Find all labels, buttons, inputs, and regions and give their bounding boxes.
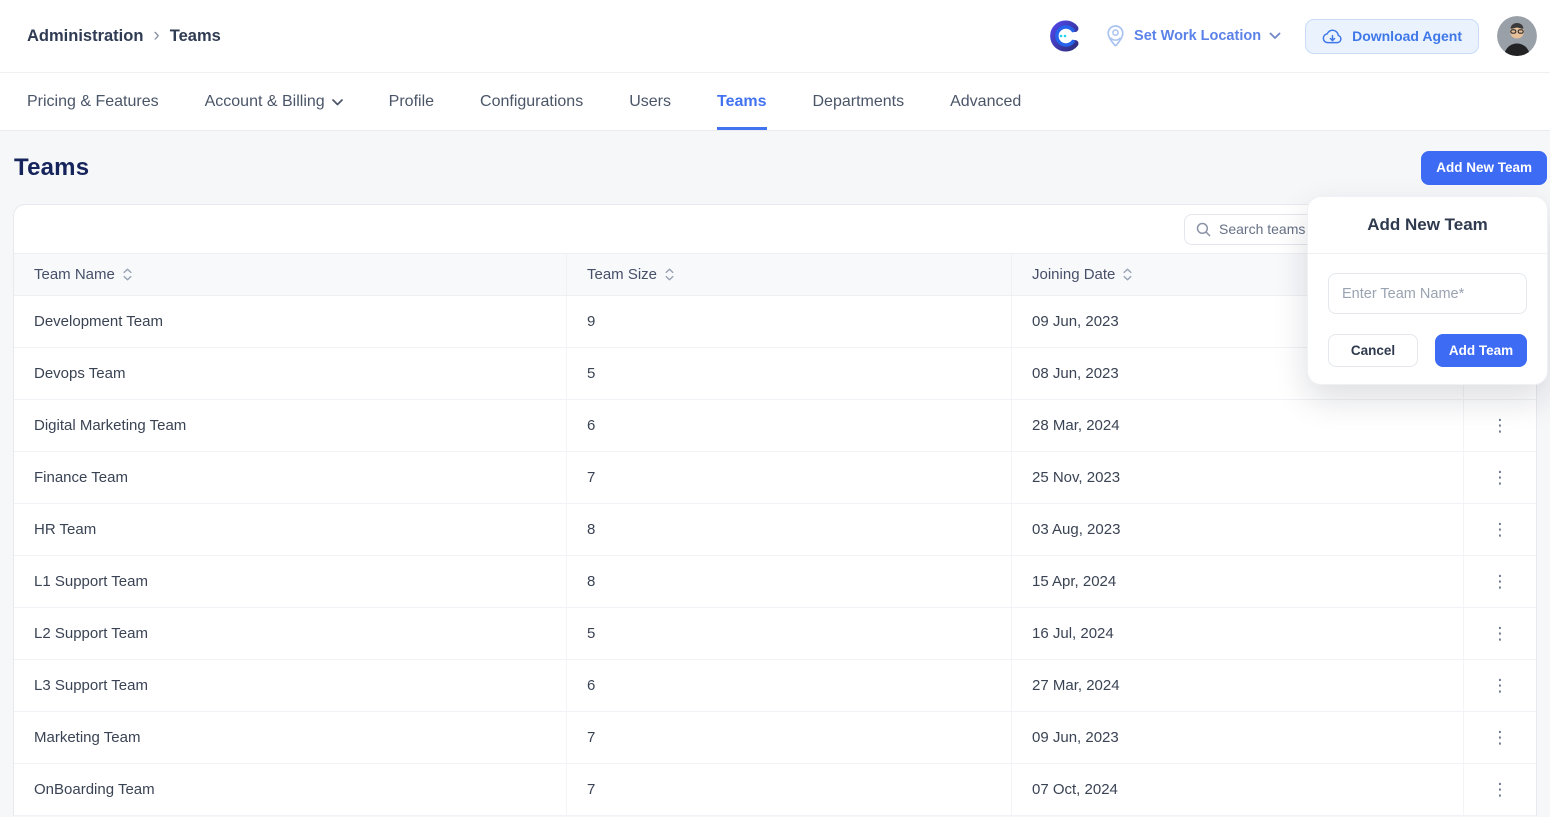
- team-name-cell: Finance Team: [14, 452, 566, 503]
- table-row: L3 Support Team 6 27 Mar, 2024 ⋮: [14, 660, 1536, 712]
- c-logo: [1049, 20, 1081, 52]
- row-actions-cell: ⋮: [1463, 556, 1536, 607]
- add-new-team-popover: Add New Team Cancel Add Team: [1307, 196, 1548, 385]
- chevron-down-icon: [1269, 32, 1281, 40]
- table-row: Digital Marketing Team 6 28 Mar, 2024 ⋮: [14, 400, 1536, 452]
- team-size-cell: 5: [566, 608, 1011, 659]
- column-header-team-size[interactable]: Team Size: [566, 254, 1011, 295]
- set-work-location[interactable]: Set Work Location: [1105, 24, 1281, 48]
- row-actions-cell: ⋮: [1463, 764, 1536, 815]
- team-name-input[interactable]: [1328, 273, 1527, 314]
- avatar[interactable]: [1497, 16, 1537, 56]
- tab-advanced[interactable]: Advanced: [950, 73, 1021, 130]
- page: Administration › Teams: [0, 0, 1550, 817]
- row-actions-cell: ⋮: [1463, 400, 1536, 451]
- page-title: Teams: [14, 154, 89, 182]
- add-team-button[interactable]: Add Team: [1435, 334, 1527, 367]
- team-name-cell: Devops Team: [14, 348, 566, 399]
- sort-icon: [1123, 268, 1132, 281]
- team-size-cell: 6: [566, 660, 1011, 711]
- top-header: Administration › Teams: [0, 0, 1550, 73]
- team-size-cell: 5: [566, 348, 1011, 399]
- row-actions-cell: ⋮: [1463, 452, 1536, 503]
- row-actions-cell: ⋮: [1463, 504, 1536, 555]
- chevron-down-icon: [332, 99, 343, 106]
- cloud-download-icon: [1322, 28, 1343, 45]
- breadcrumb: Administration › Teams: [27, 26, 221, 47]
- breadcrumb-chevron-icon: ›: [153, 26, 159, 47]
- tab-profile[interactable]: Profile: [389, 73, 434, 130]
- breadcrumb-administration[interactable]: Administration: [27, 27, 143, 46]
- table-row: L1 Support Team 8 15 Apr, 2024 ⋮: [14, 556, 1536, 608]
- kebab-menu-icon[interactable]: ⋮: [1485, 413, 1516, 438]
- table-row: OnBoarding Team 7 07 Oct, 2024 ⋮: [14, 764, 1536, 816]
- kebab-menu-icon[interactable]: ⋮: [1485, 569, 1516, 594]
- row-actions-cell: ⋮: [1463, 712, 1536, 763]
- joining-date-cell: 03 Aug, 2023: [1011, 504, 1463, 555]
- download-agent-label: Download Agent: [1352, 28, 1462, 44]
- joining-date-cell: 27 Mar, 2024: [1011, 660, 1463, 711]
- tab-bar: Pricing & Features Account & Billing Pro…: [0, 73, 1550, 131]
- joining-date-cell: 15 Apr, 2024: [1011, 556, 1463, 607]
- sort-icon: [123, 268, 132, 281]
- popover-title: Add New Team: [1308, 197, 1547, 254]
- tab-configurations[interactable]: Configurations: [480, 73, 583, 130]
- team-size-cell: 7: [566, 764, 1011, 815]
- team-name-cell: Digital Marketing Team: [14, 400, 566, 451]
- team-name-cell: L2 Support Team: [14, 608, 566, 659]
- download-agent-button[interactable]: Download Agent: [1305, 19, 1479, 54]
- tab-users[interactable]: Users: [629, 73, 671, 130]
- team-name-cell: L1 Support Team: [14, 556, 566, 607]
- table-row: HR Team 8 03 Aug, 2023 ⋮: [14, 504, 1536, 556]
- table-row: L2 Support Team 5 16 Jul, 2024 ⋮: [14, 608, 1536, 660]
- header-actions: Set Work Location Download Agent: [1049, 16, 1537, 56]
- kebab-menu-icon[interactable]: ⋮: [1485, 777, 1516, 802]
- breadcrumb-current: Teams: [170, 27, 221, 46]
- tab-teams[interactable]: Teams: [717, 73, 767, 130]
- team-size-cell: 8: [566, 504, 1011, 555]
- team-name-cell: L3 Support Team: [14, 660, 566, 711]
- table-row: Finance Team 7 25 Nov, 2023 ⋮: [14, 452, 1536, 504]
- sort-icon: [665, 268, 674, 281]
- joining-date-cell: 28 Mar, 2024: [1011, 400, 1463, 451]
- team-size-cell: 6: [566, 400, 1011, 451]
- set-work-location-label: Set Work Location: [1134, 28, 1261, 44]
- team-size-cell: 7: [566, 452, 1011, 503]
- page-header: Teams Add New Team: [0, 131, 1550, 204]
- joining-date-cell: 16 Jul, 2024: [1011, 608, 1463, 659]
- team-size-cell: 7: [566, 712, 1011, 763]
- row-actions-cell: ⋮: [1463, 660, 1536, 711]
- search-icon: [1196, 222, 1211, 237]
- kebab-menu-icon[interactable]: ⋮: [1485, 673, 1516, 698]
- cancel-button[interactable]: Cancel: [1328, 334, 1418, 367]
- joining-date-cell: 07 Oct, 2024: [1011, 764, 1463, 815]
- location-pin-icon: [1105, 24, 1126, 48]
- add-new-team-button[interactable]: Add New Team: [1421, 151, 1547, 185]
- tab-pricing-features[interactable]: Pricing & Features: [27, 73, 159, 130]
- team-name-cell: Development Team: [14, 296, 566, 347]
- kebab-menu-icon[interactable]: ⋮: [1485, 465, 1516, 490]
- joining-date-cell: 25 Nov, 2023: [1011, 452, 1463, 503]
- team-size-cell: 9: [566, 296, 1011, 347]
- kebab-menu-icon[interactable]: ⋮: [1485, 621, 1516, 646]
- team-name-cell: Marketing Team: [14, 712, 566, 763]
- team-name-cell: HR Team: [14, 504, 566, 555]
- kebab-menu-icon[interactable]: ⋮: [1485, 517, 1516, 542]
- tab-account-billing[interactable]: Account & Billing: [205, 73, 343, 130]
- team-name-cell: OnBoarding Team: [14, 764, 566, 815]
- team-size-cell: 8: [566, 556, 1011, 607]
- joining-date-cell: 09 Jun, 2023: [1011, 712, 1463, 763]
- kebab-menu-icon[interactable]: ⋮: [1485, 725, 1516, 750]
- row-actions-cell: ⋮: [1463, 608, 1536, 659]
- table-row: Marketing Team 7 09 Jun, 2023 ⋮: [14, 712, 1536, 764]
- tab-departments[interactable]: Departments: [813, 73, 905, 130]
- column-header-team-name[interactable]: Team Name: [14, 254, 566, 295]
